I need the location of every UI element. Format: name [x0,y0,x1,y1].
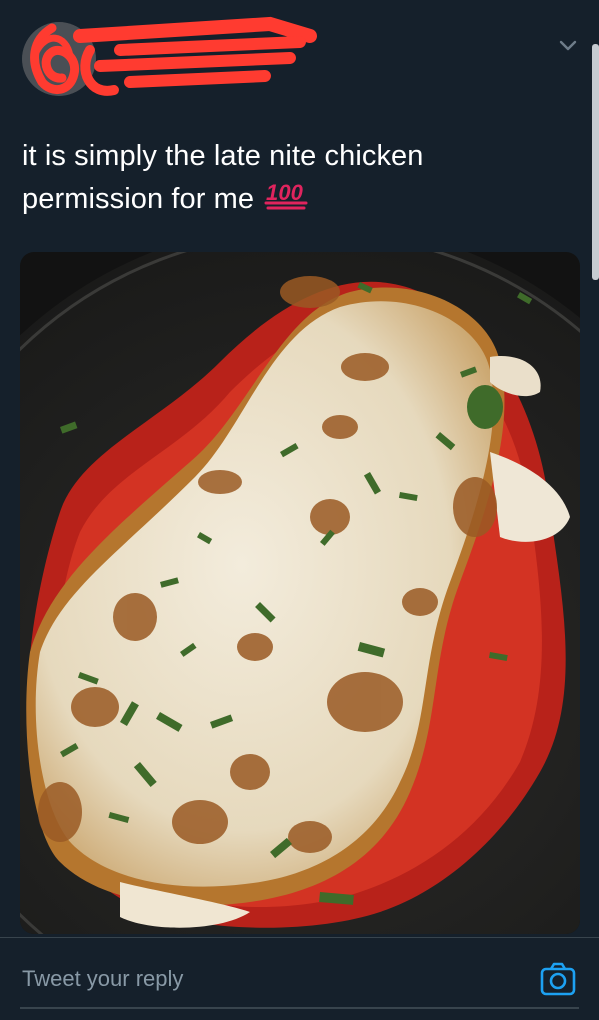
reply-input[interactable]: Tweet your reply [22,964,183,994]
chevron-down-icon[interactable] [556,34,580,58]
camera-icon[interactable] [540,962,576,996]
reply-underline [20,1007,579,1009]
hundred-points-icon: 100 [264,180,308,210]
tweet-body: it is simply the late nite chicken permi… [22,140,424,215]
redacted-username [73,16,317,96]
scrollbar[interactable] [592,44,599,280]
tweet-text: it is simply the late nite chicken permi… [22,136,562,219]
svg-text:100: 100 [266,180,304,205]
reply-divider [0,937,599,938]
tweet-photo[interactable] [20,252,580,934]
